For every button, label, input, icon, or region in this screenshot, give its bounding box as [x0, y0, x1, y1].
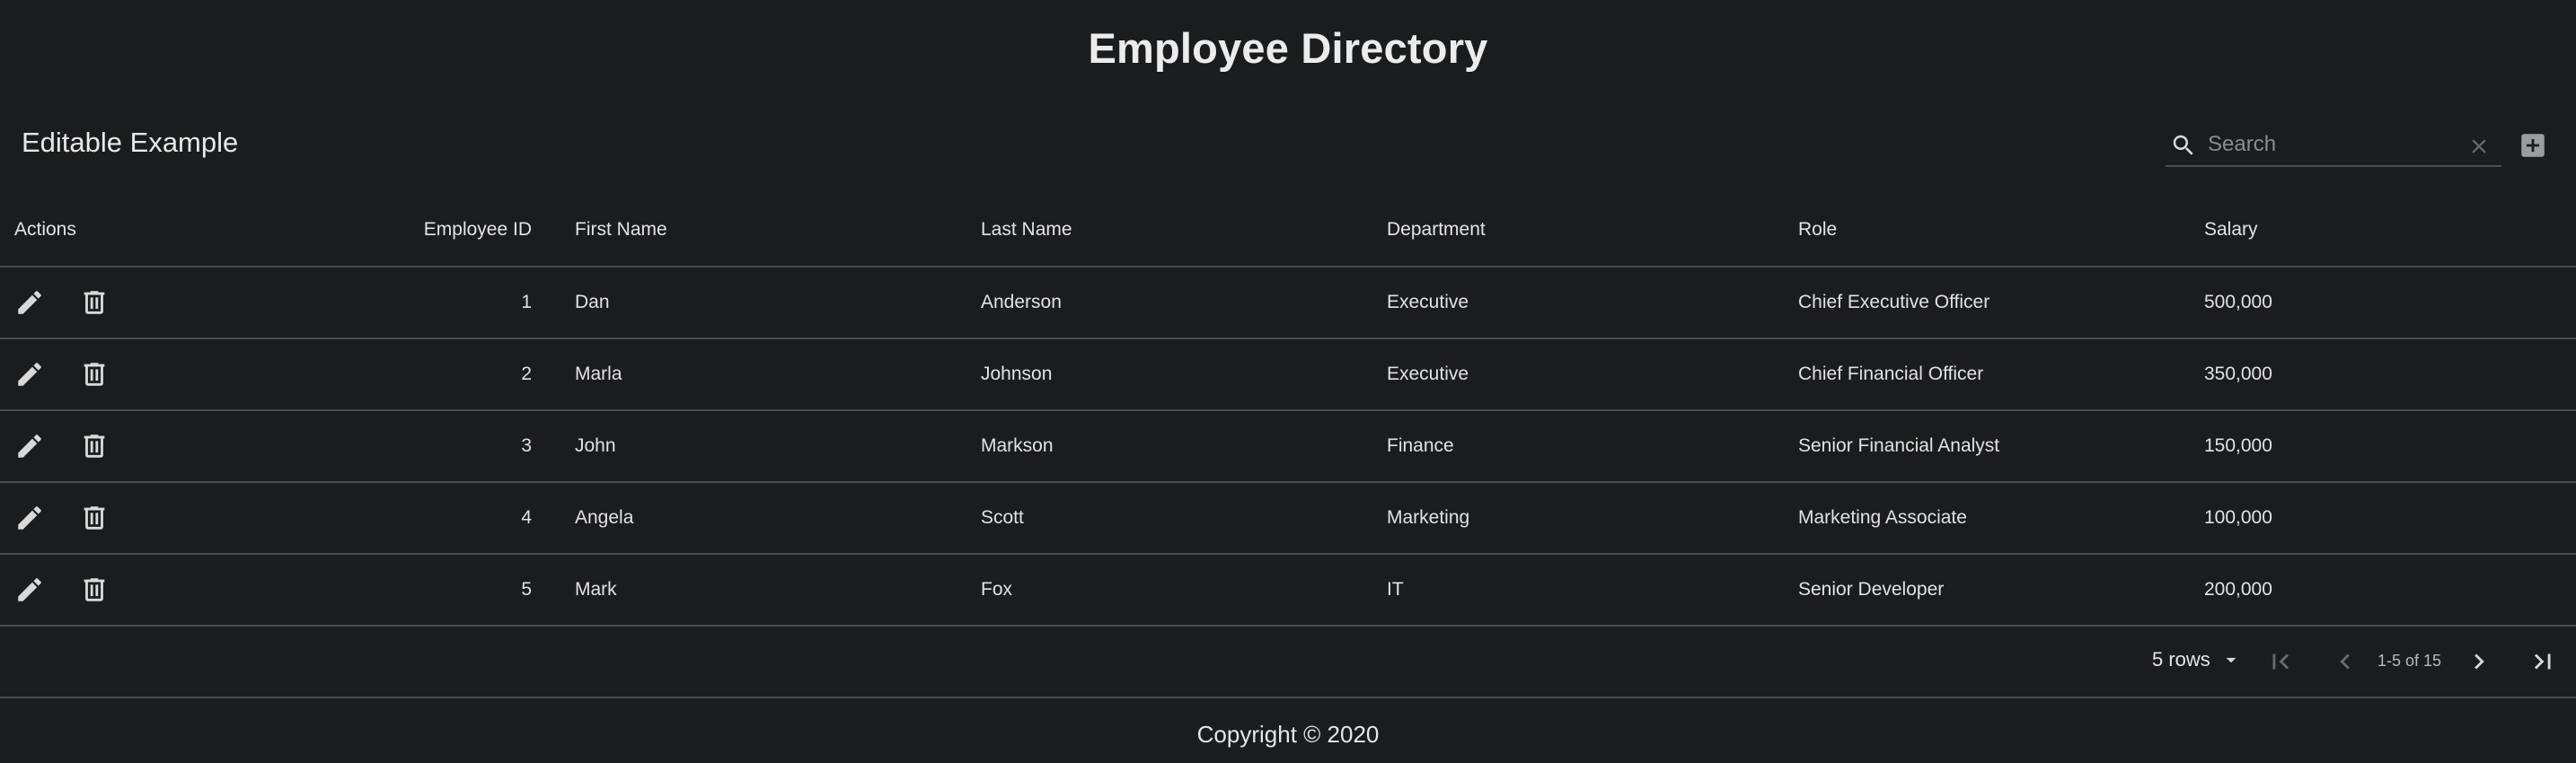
- pencil-icon: [18, 363, 41, 386]
- cell-employee-id: 5: [410, 554, 532, 627]
- rows-per-page-label: 5 rows: [2152, 648, 2210, 671]
- table-row: 2 Marla Johnson Executive Chief Financia…: [0, 338, 2576, 411]
- first-page-icon: [2272, 653, 2289, 670]
- pagination-bar: 5 rows 1-5 of 15: [0, 627, 2576, 698]
- cell-role: Chief Executive Officer: [1798, 267, 2204, 339]
- search-input[interactable]: [2206, 126, 2461, 163]
- cell-salary: 150,000: [2204, 410, 2576, 483]
- trash-icon: [84, 363, 105, 386]
- column-header-actions: Actions: [0, 194, 410, 267]
- cell-employee-id: 3: [410, 410, 532, 483]
- table-row: 5 Mark Fox IT Senior Developer 200,000: [0, 554, 2576, 627]
- edit-row-button[interactable]: [14, 431, 45, 461]
- chevron-left-icon: [2340, 653, 2350, 670]
- cell-department: Executive: [1387, 338, 1798, 411]
- cell-first-name: John: [532, 410, 981, 483]
- cell-role: Senior Financial Analyst: [1798, 410, 2204, 483]
- close-icon[interactable]: [2467, 135, 2491, 158]
- rows-per-page-select[interactable]: 5 rows: [2152, 648, 2243, 671]
- search-box: [2166, 126, 2501, 167]
- table-row: 3 John Markson Finance Senior Financial …: [0, 410, 2576, 483]
- edit-row-button[interactable]: [14, 287, 45, 318]
- cell-department: Executive: [1387, 267, 1798, 339]
- pencil-icon: [18, 578, 41, 601]
- cell-first-name: Dan: [532, 267, 981, 339]
- cell-salary: 100,000: [2204, 482, 2576, 555]
- cell-department: Marketing: [1387, 482, 1798, 555]
- edit-row-button[interactable]: [14, 503, 45, 533]
- cell-employee-id: 4: [410, 482, 532, 555]
- cell-department: IT: [1387, 554, 1798, 627]
- table-title: Editable Example: [22, 127, 239, 158]
- footer-copyright: Copyright © 2020: [1196, 721, 1380, 748]
- pencil-icon: [18, 291, 41, 314]
- cell-first-name: Mark: [532, 554, 981, 627]
- cell-last-name: Scott: [981, 482, 1387, 555]
- cell-salary: 350,000: [2204, 338, 2576, 411]
- column-header-salary[interactable]: Salary: [2204, 194, 2576, 267]
- row-actions: [0, 554, 410, 627]
- column-header-role[interactable]: Role: [1798, 194, 2204, 267]
- table-header-row: Actions Employee ID First Name Last Name…: [0, 194, 2576, 267]
- column-header-last-name[interactable]: Last Name: [981, 194, 1387, 267]
- column-header-first-name[interactable]: First Name: [532, 194, 981, 267]
- trash-icon: [84, 578, 105, 601]
- page-title: Employee Directory: [1088, 24, 1488, 72]
- trash-icon: [84, 434, 105, 458]
- cell-last-name: Johnson: [981, 338, 1387, 411]
- cell-first-name: Marla: [532, 338, 981, 411]
- table-row: 1 Dan Anderson Executive Chief Executive…: [0, 267, 2576, 339]
- next-page-button[interactable]: [2464, 646, 2494, 677]
- cell-role: Senior Developer: [1798, 554, 2204, 627]
- cell-last-name: Anderson: [981, 267, 1387, 339]
- column-header-employee-id[interactable]: Employee ID: [410, 194, 532, 267]
- delete-row-button[interactable]: [79, 359, 110, 390]
- search-icon: [2170, 132, 2197, 159]
- trash-icon: [84, 291, 105, 314]
- cell-last-name: Markson: [981, 410, 1387, 483]
- pencil-icon: [18, 506, 41, 530]
- last-page-button[interactable]: [2527, 646, 2558, 677]
- edit-row-button[interactable]: [14, 359, 45, 390]
- employee-table: Actions Employee ID First Name Last Name…: [0, 194, 2576, 627]
- chevron-right-icon: [2475, 653, 2484, 670]
- cell-role: Marketing Associate: [1798, 482, 2204, 555]
- add-box-icon[interactable]: [2518, 130, 2548, 161]
- cell-first-name: Angela: [532, 482, 981, 555]
- cell-last-name: Fox: [981, 554, 1387, 627]
- row-actions: [0, 410, 410, 483]
- column-header-department[interactable]: Department: [1387, 194, 1798, 267]
- row-actions: [0, 267, 410, 339]
- cell-salary: 500,000: [2204, 267, 2576, 339]
- delete-row-button[interactable]: [79, 574, 110, 605]
- delete-row-button[interactable]: [79, 503, 110, 533]
- table-row: 4 Angela Scott Marketing Marketing Assoc…: [0, 482, 2576, 555]
- last-page-icon: [2534, 653, 2551, 670]
- cell-department: Finance: [1387, 410, 1798, 483]
- pencil-icon: [18, 434, 41, 458]
- row-actions: [0, 338, 410, 411]
- row-actions: [0, 482, 410, 555]
- edit-row-button[interactable]: [14, 574, 45, 605]
- cell-salary: 200,000: [2204, 554, 2576, 627]
- cell-role: Chief Financial Officer: [1798, 338, 2204, 411]
- page: Employee Directory Editable Example Acti…: [0, 0, 2576, 763]
- delete-row-button[interactable]: [79, 287, 110, 318]
- cell-employee-id: 2: [410, 338, 532, 411]
- previous-page-button[interactable]: [2330, 646, 2360, 677]
- page-range-label: 1-5 of 15: [2378, 652, 2442, 670]
- first-page-button[interactable]: [2265, 646, 2296, 677]
- trash-icon: [84, 506, 105, 530]
- cell-employee-id: 1: [410, 267, 532, 339]
- delete-row-button[interactable]: [79, 431, 110, 461]
- arrow-drop-down-icon: [2226, 657, 2236, 663]
